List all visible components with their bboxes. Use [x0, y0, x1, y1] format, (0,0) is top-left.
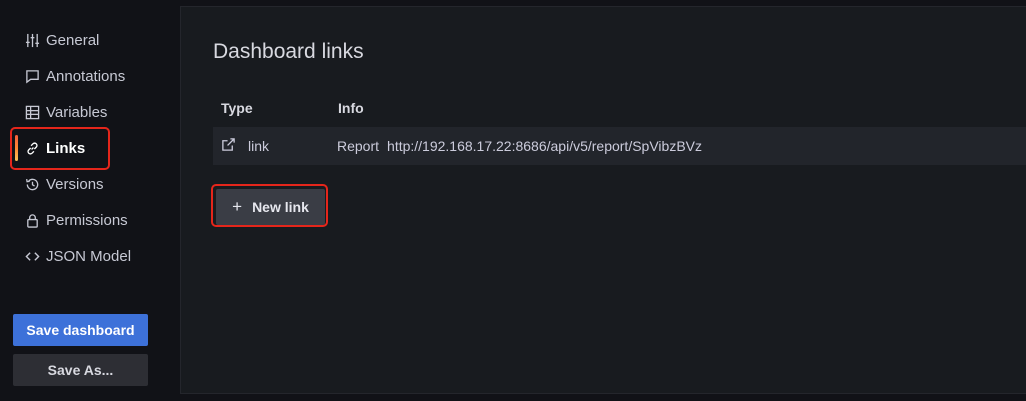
- comment-icon: [24, 68, 40, 84]
- links-panel: Dashboard links Type Info link Report ht…: [180, 6, 1026, 394]
- link-type: link: [248, 138, 270, 154]
- page-title: Dashboard links: [213, 40, 364, 63]
- active-indicator: [15, 135, 18, 161]
- save-as-button[interactable]: Save As...: [13, 354, 148, 386]
- lock-icon: [24, 212, 40, 228]
- plus-icon: +: [232, 197, 243, 216]
- new-link-button[interactable]: + New link: [216, 189, 325, 225]
- grid-icon: [24, 104, 40, 120]
- sidebar-item-json-model[interactable]: JSON Model: [14, 238, 154, 274]
- link-info-cell: Report http://192.168.17.22:8686/api/v5/…: [337, 138, 702, 154]
- code-icon: [24, 248, 40, 264]
- sidebar-item-label: Links: [46, 139, 86, 157]
- sidebar-item-label: Annotations: [46, 67, 126, 85]
- external-link-icon: [221, 137, 236, 155]
- settings-sidebar: General Annotations Variables Links Vers…: [0, 0, 165, 401]
- sidebar-item-links[interactable]: Links: [14, 130, 154, 166]
- sidebar-item-label: Versions: [46, 175, 104, 193]
- link-type-cell: link: [221, 137, 269, 155]
- sidebar-item-label: JSON Model: [46, 247, 132, 265]
- history-icon: [24, 176, 40, 192]
- link-title: Report: [337, 138, 380, 154]
- link-url: http://192.168.17.22:8686/api/v5/report/…: [387, 138, 702, 154]
- new-link-label: New link: [252, 199, 309, 215]
- dashboard-settings: General Annotations Variables Links Vers…: [0, 0, 1026, 401]
- sidebar-item-variables[interactable]: Variables: [14, 94, 154, 130]
- save-dashboard-button[interactable]: Save dashboard: [13, 314, 148, 346]
- table-row[interactable]: link Report http://192.168.17.22:8686/ap…: [213, 127, 1026, 165]
- sidebar-item-label: General: [46, 31, 100, 49]
- sidebar-item-label: Variables: [46, 103, 108, 121]
- sidebar-item-versions[interactable]: Versions: [14, 166, 154, 202]
- sidebar-item-label: Permissions: [46, 211, 128, 229]
- column-header-info: Info: [338, 100, 364, 116]
- sidebar-item-general[interactable]: General: [14, 22, 154, 58]
- sidebar-item-permissions[interactable]: Permissions: [14, 202, 154, 238]
- sliders-icon: [24, 32, 40, 48]
- sidebar-item-annotations[interactable]: Annotations: [14, 58, 154, 94]
- link-icon: [24, 140, 40, 156]
- column-header-type: Type: [221, 100, 253, 116]
